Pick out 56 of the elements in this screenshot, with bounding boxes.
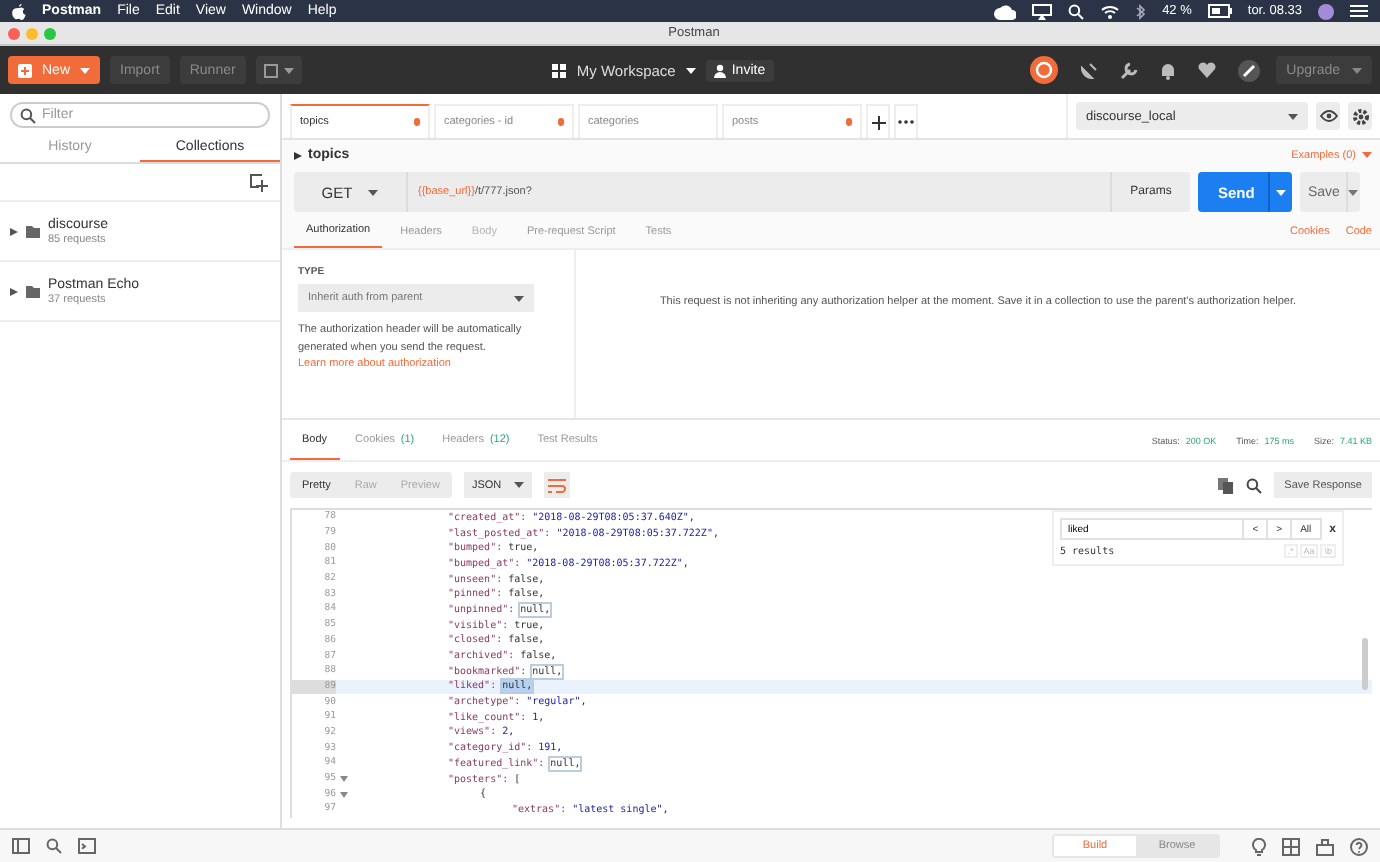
wrap-icon bbox=[547, 477, 566, 493]
display-icon[interactable] bbox=[1032, 3, 1053, 19]
layout-icon[interactable] bbox=[1282, 837, 1300, 855]
list-icon[interactable] bbox=[1350, 4, 1368, 18]
collapse-arrow-icon[interactable] bbox=[294, 151, 302, 159]
caret-icon bbox=[368, 189, 379, 195]
caret-icon bbox=[685, 67, 696, 73]
plus-icon bbox=[871, 115, 885, 129]
copy-icon[interactable] bbox=[1218, 477, 1235, 493]
plus-icon bbox=[18, 63, 32, 77]
console-icon[interactable] bbox=[78, 838, 96, 854]
caret-icon bbox=[283, 67, 294, 73]
eye-icon bbox=[1319, 110, 1337, 122]
wrench-icon[interactable] bbox=[1120, 61, 1139, 79]
new-window-button[interactable] bbox=[255, 56, 302, 84]
cloud-icon[interactable] bbox=[994, 3, 1017, 19]
bluetooth-icon[interactable] bbox=[1136, 3, 1147, 19]
add-tab-button[interactable] bbox=[866, 104, 890, 138]
gear-icon bbox=[1351, 107, 1369, 125]
apple-icon[interactable] bbox=[12, 3, 26, 19]
caret-icon bbox=[514, 295, 524, 301]
folder-icon bbox=[26, 225, 40, 237]
caret-icon bbox=[1348, 189, 1359, 195]
more-tabs-button[interactable] bbox=[894, 104, 918, 138]
scrollbar[interactable] bbox=[1362, 638, 1368, 690]
search-icon bbox=[20, 108, 36, 124]
user-icon[interactable] bbox=[1318, 3, 1334, 19]
caret-icon bbox=[1276, 189, 1286, 195]
heart-icon[interactable] bbox=[1198, 62, 1217, 78]
fold-arrow-icon[interactable] bbox=[340, 776, 348, 783]
folder-icon bbox=[26, 285, 40, 297]
search-icon[interactable] bbox=[46, 838, 62, 854]
expand-arrow-icon bbox=[10, 287, 18, 295]
caret-icon bbox=[1362, 152, 1372, 158]
lightbulb-icon[interactable] bbox=[1252, 837, 1266, 855]
caret-icon bbox=[513, 482, 524, 488]
person-icon bbox=[713, 63, 726, 77]
caret-icon bbox=[1288, 113, 1298, 119]
search-icon[interactable] bbox=[1246, 477, 1263, 493]
wrap-lines-button[interactable] bbox=[543, 472, 570, 498]
expand-arrow-icon bbox=[10, 227, 18, 235]
sidebar-toggle-icon[interactable] bbox=[12, 838, 30, 854]
caret-icon bbox=[1352, 67, 1363, 73]
sync-icon[interactable] bbox=[1030, 56, 1059, 84]
caret-icon bbox=[80, 67, 91, 73]
grid-icon bbox=[552, 63, 567, 77]
window-icon bbox=[263, 63, 278, 77]
search-icon[interactable] bbox=[1068, 3, 1085, 19]
fold-arrow-icon[interactable] bbox=[340, 791, 348, 798]
new-collection-icon[interactable] bbox=[250, 173, 268, 191]
settings-button[interactable] bbox=[1348, 102, 1372, 130]
environment-quick-look-button[interactable] bbox=[1316, 102, 1340, 130]
bell-icon[interactable] bbox=[1160, 61, 1177, 79]
battery-icon[interactable] bbox=[1207, 4, 1232, 18]
help-icon[interactable] bbox=[1350, 837, 1368, 855]
wifi-icon[interactable] bbox=[1100, 3, 1121, 19]
